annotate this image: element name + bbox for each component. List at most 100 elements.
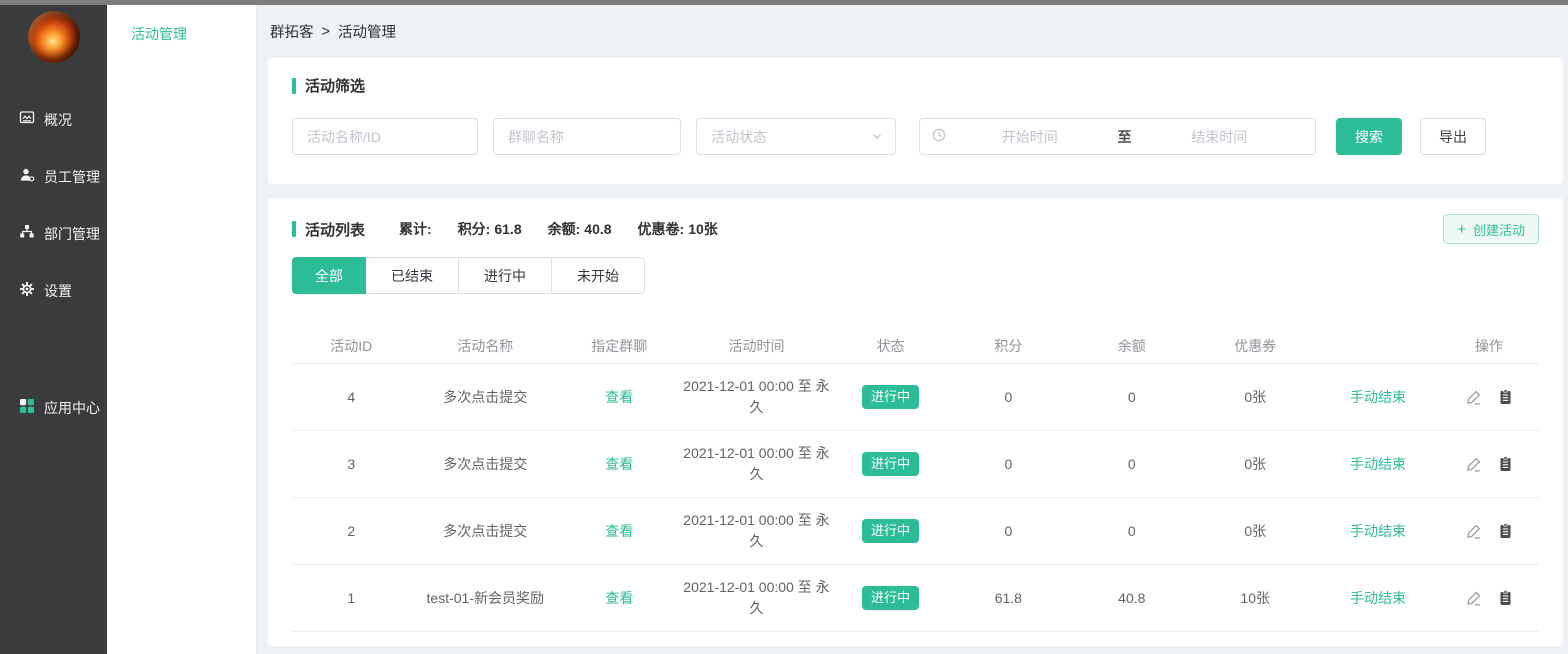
manual-end-link[interactable]: 手动结束	[1350, 389, 1406, 405]
sidebar-nav: 概况 员工管理 部门管理 设置	[0, 91, 107, 436]
sidebar-item-employees[interactable]: 员工管理	[0, 148, 107, 205]
cell-coupon: 0张	[1194, 454, 1317, 475]
manual-end-link[interactable]: 手动结束	[1350, 590, 1406, 606]
cell-activity-id: 3	[292, 454, 410, 475]
tab-ongoing[interactable]: 进行中	[459, 257, 552, 294]
table-row: 3 多次点击提交 查看 2021-12-01 00:00 至 永久 进行中 0 …	[292, 431, 1539, 498]
cell-operations	[1439, 456, 1539, 473]
cell-manual-end: 手动结束	[1317, 588, 1439, 609]
list-title-text: 活动列表	[305, 219, 365, 240]
secondary-sidebar: 活动管理	[107, 5, 257, 654]
tab-ended[interactable]: 已结束	[366, 257, 459, 294]
activity-table: 活动ID活动名称指定群聊活动时间状态积分余额优惠券操作 4 多次点击提交 查看 …	[292, 328, 1539, 632]
clock-icon	[932, 128, 946, 145]
view-group-link[interactable]: 查看	[605, 456, 633, 472]
column-header: 积分	[947, 336, 1070, 356]
cell-status: 进行中	[834, 519, 946, 543]
table-row: 2 多次点击提交 查看 2021-12-01 00:00 至 永久 进行中 0 …	[292, 498, 1539, 565]
activity-name-input[interactable]	[292, 118, 478, 155]
date-range-picker[interactable]: 开始时间 至 结束时间	[919, 118, 1316, 155]
sidebar-item-label: 概况	[44, 110, 72, 130]
points-total: 积分:61.8	[454, 219, 522, 239]
plus-icon: +	[1457, 221, 1466, 238]
coupon-total: 优惠卷:10张	[634, 219, 718, 239]
app-layout: 概况 员工管理 部门管理 设置	[0, 5, 1568, 654]
cell-group: 查看	[560, 521, 678, 542]
cell-activity-name: 多次点击提交	[410, 454, 560, 475]
cell-points: 0	[947, 387, 1070, 408]
cell-group: 查看	[560, 387, 678, 408]
edit-pencil-icon[interactable]	[1465, 590, 1482, 607]
cell-activity-id: 2	[292, 521, 410, 542]
group-name-input[interactable]	[493, 118, 681, 155]
status-badge: 进行中	[862, 452, 919, 476]
cell-activity-time: 2021-12-01 00:00 至 永久	[679, 443, 835, 485]
column-header: 活动名称	[410, 336, 560, 356]
cell-activity-name: test-01-新会员奖励	[410, 588, 560, 609]
filter-title-text: 活动筛选	[305, 75, 365, 96]
cell-group: 查看	[560, 588, 678, 609]
sidebar-item-settings[interactable]: 设置	[0, 262, 107, 319]
table-row: 1 test-01-新会员奖励 查看 2021-12-01 00:00 至 永久…	[292, 565, 1539, 632]
manual-end-link[interactable]: 手动结束	[1350, 456, 1406, 472]
view-group-link[interactable]: 查看	[605, 523, 633, 539]
create-activity-button[interactable]: + 创建活动	[1443, 214, 1539, 244]
cell-status: 进行中	[834, 586, 946, 610]
search-button[interactable]: 搜索	[1336, 118, 1402, 155]
column-header: 活动时间	[679, 336, 835, 356]
document-clipboard-icon[interactable]	[1498, 523, 1513, 539]
status-badge: 进行中	[862, 519, 919, 543]
view-group-link[interactable]: 查看	[605, 590, 633, 606]
table-body: 4 多次点击提交 查看 2021-12-01 00:00 至 永久 进行中 0 …	[292, 364, 1539, 632]
cell-activity-id: 4	[292, 387, 410, 408]
submenu-item-activity-management[interactable]: 活动管理	[107, 5, 256, 44]
end-time-placeholder[interactable]: 结束时间	[1136, 127, 1304, 147]
tab-all[interactable]: 全部	[292, 257, 366, 294]
export-button[interactable]: 导出	[1420, 118, 1486, 155]
totals-summary: 累计: 积分:61.8 余额:40.8 优惠卷:10张	[399, 219, 718, 239]
sidebar-item-label: 部门管理	[44, 224, 100, 244]
cell-operations	[1439, 389, 1539, 406]
breadcrumb-root[interactable]: 群拓客	[270, 21, 314, 42]
table-row: 4 多次点击提交 查看 2021-12-01 00:00 至 永久 进行中 0 …	[292, 364, 1539, 431]
company-avatar[interactable]	[28, 11, 80, 63]
document-clipboard-icon[interactable]	[1498, 590, 1513, 606]
table-header-row: 活动ID活动名称指定群聊活动时间状态积分余额优惠券操作	[292, 328, 1539, 364]
status-select-placeholder: 活动状态	[711, 127, 767, 147]
breadcrumb: 群拓客 > 活动管理	[268, 5, 1563, 58]
filter-section-title: 活动筛选	[292, 75, 1539, 96]
sidebar-item-departments[interactable]: 部门管理	[0, 205, 107, 262]
employee-icon	[19, 167, 35, 186]
chevron-down-icon	[871, 129, 883, 145]
start-time-placeholder[interactable]: 开始时间	[946, 127, 1114, 147]
column-header: 余额	[1070, 336, 1193, 356]
balance-total: 余额:40.8	[544, 219, 612, 239]
manual-end-link[interactable]: 手动结束	[1350, 523, 1406, 539]
cell-status: 进行中	[834, 385, 946, 409]
cell-coupon: 0张	[1194, 387, 1317, 408]
cell-manual-end: 手动结束	[1317, 387, 1439, 408]
sidebar-item-app-center[interactable]: 应用中心	[0, 379, 107, 436]
view-group-link[interactable]: 查看	[605, 389, 633, 405]
title-accent-bar	[292, 78, 296, 94]
overview-chart-icon	[19, 110, 35, 129]
breadcrumb-current: 活动管理	[338, 21, 396, 42]
edit-pencil-icon[interactable]	[1465, 456, 1482, 473]
activity-status-select[interactable]: 活动状态	[696, 118, 896, 155]
cell-points: 61.8	[947, 588, 1070, 609]
document-clipboard-icon[interactable]	[1498, 456, 1513, 472]
activity-list-card: 活动列表 累计: 积分:61.8 余额:40.8 优惠卷:10张 + 创建活动 …	[268, 198, 1563, 646]
sidebar-item-overview[interactable]: 概况	[0, 91, 107, 148]
app-center-icon	[19, 398, 35, 417]
cell-activity-id: 1	[292, 588, 410, 609]
edit-pencil-icon[interactable]	[1465, 523, 1482, 540]
status-badge: 进行中	[862, 586, 919, 610]
tab-not-started[interactable]: 未开始	[552, 257, 645, 294]
document-clipboard-icon[interactable]	[1498, 389, 1513, 405]
create-activity-label: 创建活动	[1473, 220, 1525, 239]
main-sidebar: 概况 员工管理 部门管理 设置	[0, 5, 107, 654]
cell-activity-name: 多次点击提交	[410, 521, 560, 542]
edit-pencil-icon[interactable]	[1465, 389, 1482, 406]
status-badge: 进行中	[862, 385, 919, 409]
date-range-separator: 至	[1114, 127, 1136, 147]
